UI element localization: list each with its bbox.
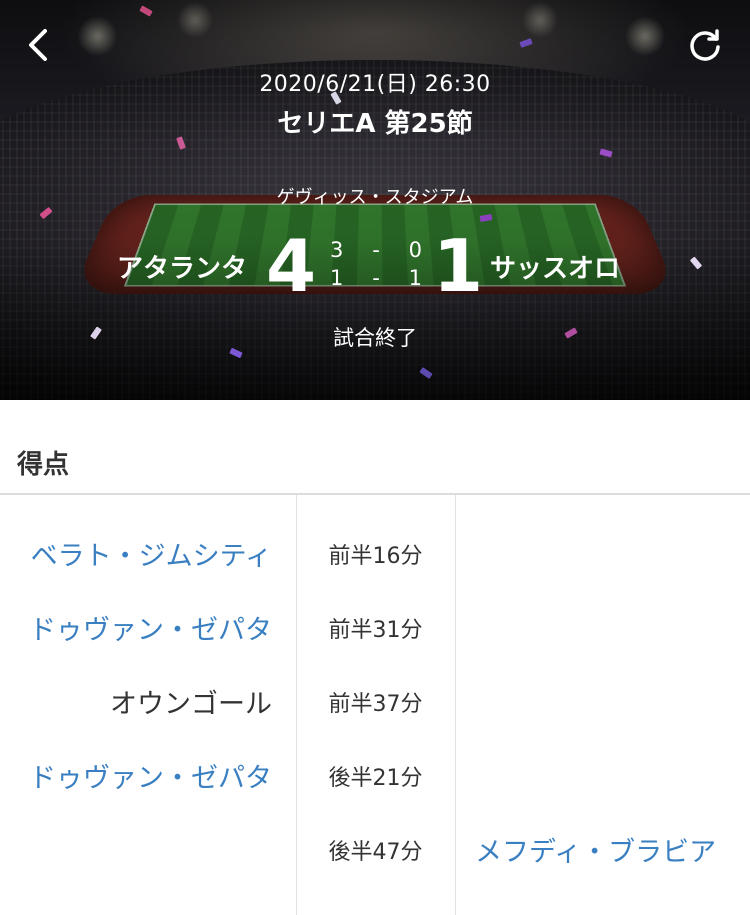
section-divider (0, 493, 750, 495)
chevron-left-icon (29, 29, 47, 61)
goal-row: ベラト・ジムシティ 前半16分 (0, 527, 750, 587)
goal-row: ドゥヴァン・ゼパタ 後半21分 (0, 749, 750, 809)
goal-scorer-home[interactable]: ドゥヴァン・ゼパタ (29, 749, 272, 809)
second-half-home: 1 (330, 266, 344, 290)
first-half-home: 3 (330, 238, 344, 262)
first-half-separator: - (372, 238, 380, 262)
match-status: 試合終了 (333, 326, 417, 350)
goal-scorer-home-own-goal: オウンゴール (110, 689, 272, 720)
back-button[interactable] (16, 22, 62, 68)
second-half-away: 1 (408, 266, 422, 290)
goal-row: ドゥヴァン・ゼパタ 前半31分 (0, 601, 750, 661)
competition-round: セリエA 第25節 (277, 109, 473, 139)
match-datetime: 2020/6/21(日) 26:30 (259, 72, 491, 97)
goal-time: 前半37分 (328, 692, 423, 717)
goals-section-title: 得点 (17, 450, 70, 480)
home-score: 4 (266, 224, 317, 308)
goal-scorer-home[interactable]: ベラト・ジムシティ (31, 527, 272, 587)
goal-time: 前半31分 (328, 618, 423, 643)
goal-time: 前半16分 (328, 544, 423, 569)
away-team-name[interactable]: サッスオロ (490, 248, 620, 285)
first-half-score: 3 - 0 (330, 238, 422, 262)
goal-time: 後半21分 (328, 766, 423, 791)
first-half-away: 0 (408, 238, 422, 262)
goal-scorer-home[interactable]: ドゥヴァン・ゼパタ (29, 601, 272, 661)
goal-scorer-away[interactable]: メフディ・ブラビア (475, 823, 716, 883)
goal-time: 後半47分 (328, 840, 423, 865)
goal-row: オウンゴール 前半37分 (0, 675, 750, 735)
home-team-name[interactable]: アタランタ (117, 248, 247, 285)
away-score: 1 (433, 224, 484, 308)
refresh-button[interactable] (682, 22, 728, 68)
second-half-separator: - (372, 266, 380, 290)
stadium-name: ゲヴィッス・スタジアム (276, 187, 474, 208)
match-header: 2020/6/21(日) 26:30 セリエA 第25節 ゲヴィッス・スタジアム… (0, 0, 750, 400)
second-half-score: 1 - 1 (330, 266, 422, 290)
goal-row: 後半47分 メフディ・ブラビア (0, 823, 750, 883)
refresh-icon (690, 29, 720, 61)
